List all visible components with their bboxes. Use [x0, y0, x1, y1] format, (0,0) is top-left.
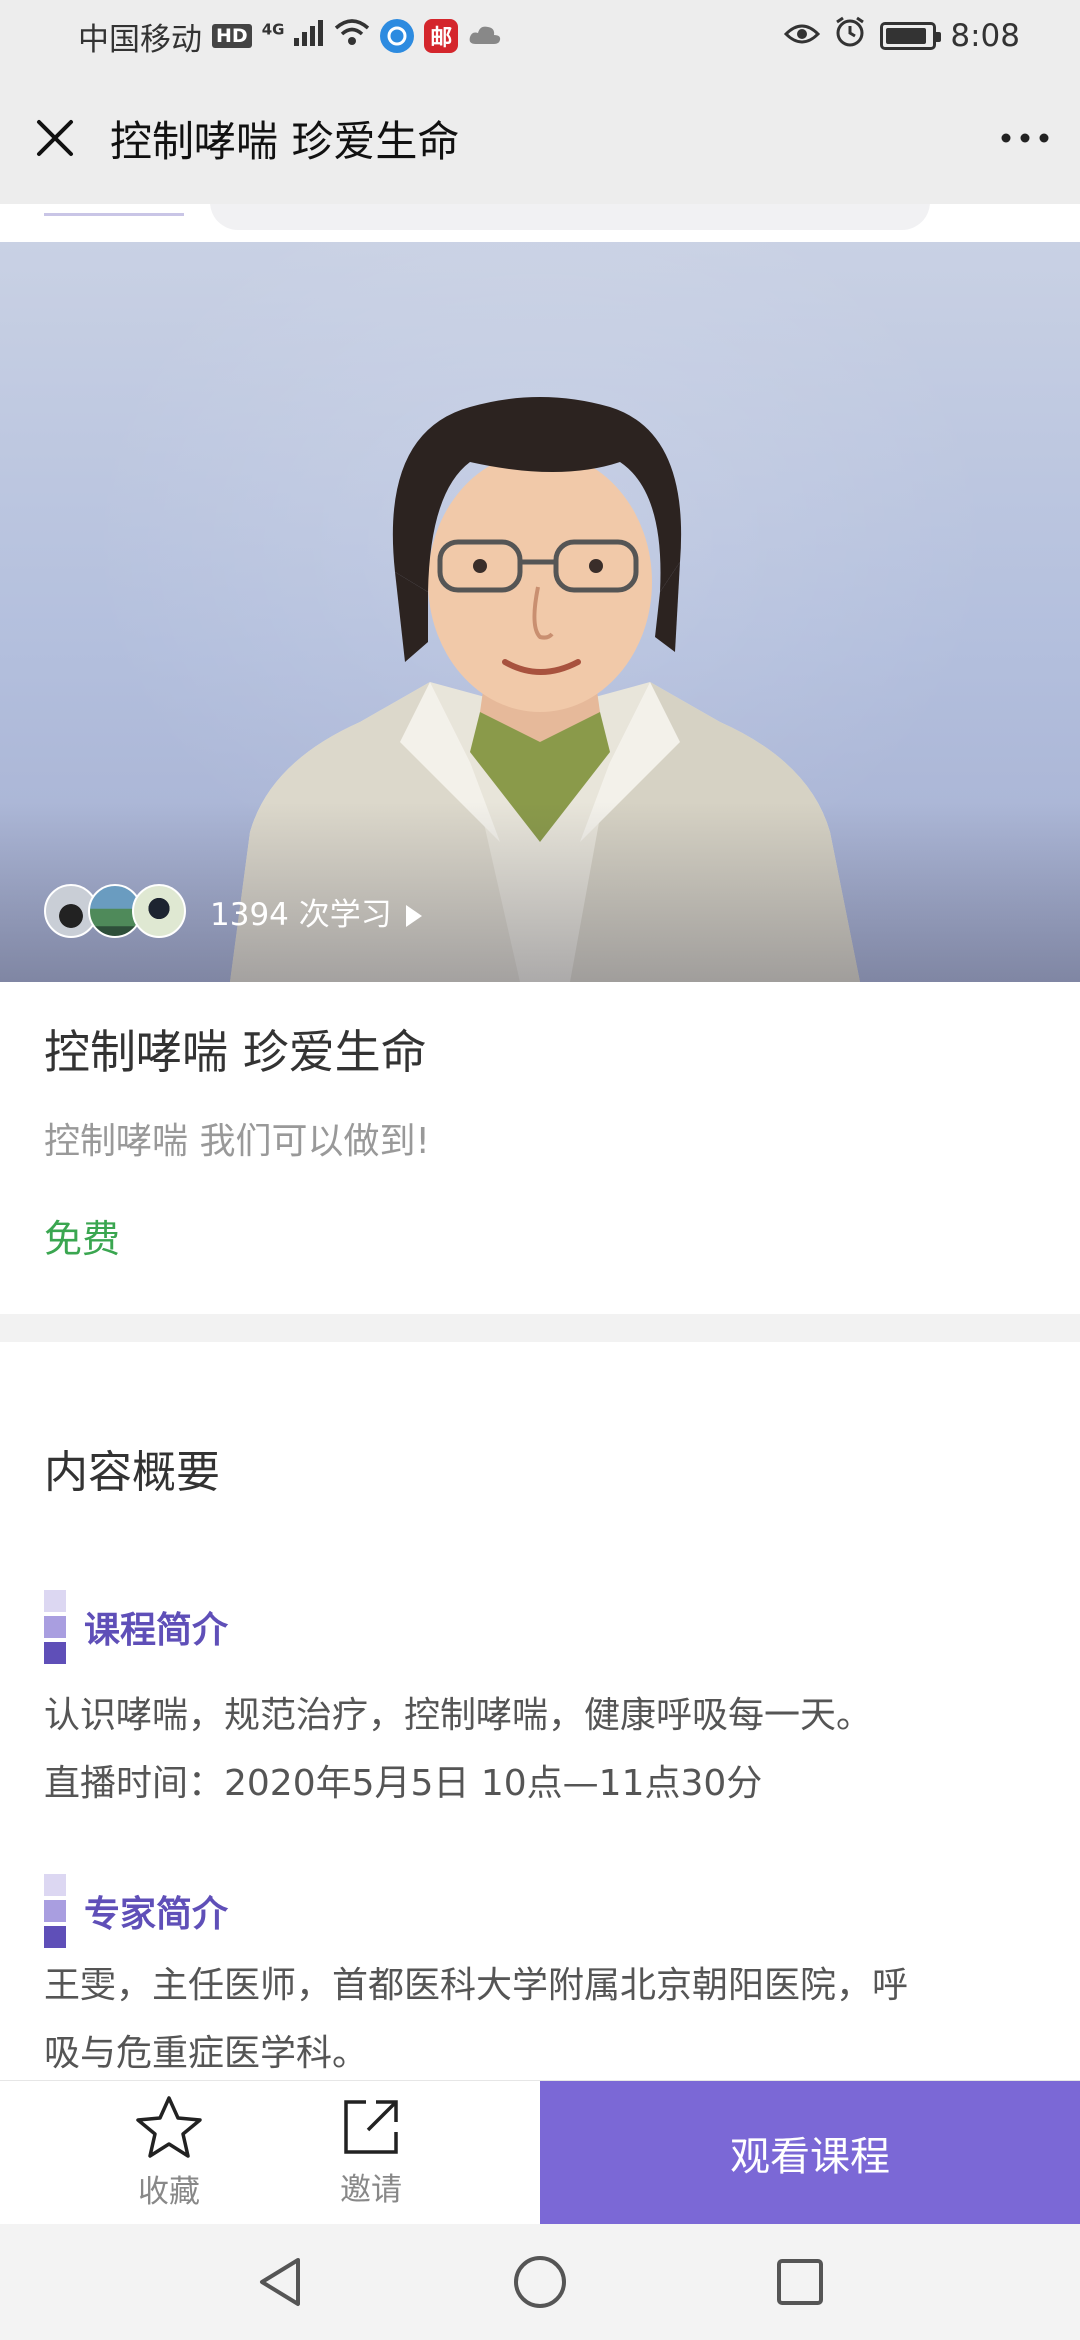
- home-button[interactable]: [490, 2232, 590, 2332]
- page-content[interactable]: 1394 次学习 控制哮喘 珍爱生命 控制哮喘 我们可以做到! 免费 内容概要 …: [0, 204, 1080, 2080]
- recents-square-icon: [777, 2259, 823, 2305]
- system-nav-bar: [0, 2224, 1080, 2340]
- instructor-photo: [230, 397, 860, 982]
- page-title: 控制哮喘 珍爱生命: [110, 116, 460, 166]
- back-triangle-icon: [260, 2258, 300, 2306]
- course-info: 控制哮喘 珍爱生命 控制哮喘 我们可以做到! 免费: [0, 982, 1080, 1314]
- more-button[interactable]: [970, 72, 1080, 204]
- star-icon: [136, 2096, 202, 2158]
- recents-button[interactable]: [750, 2232, 850, 2332]
- back-button[interactable]: [230, 2232, 330, 2332]
- expert-intro-section: 专家简介 王雯，主任医师，首都医科大学附属北京朝阳医院，呼 吸与危重症医学科。: [44, 1874, 1036, 2080]
- summary-heading: 内容概要: [44, 1447, 220, 1498]
- home-circle-icon: [514, 2256, 566, 2308]
- section-divider: [0, 1314, 1080, 1342]
- hd-badge: HD: [212, 24, 252, 48]
- eye-icon: [784, 18, 821, 54]
- carrier-name: 中国移动: [78, 21, 202, 58]
- course-price: 免费: [44, 1217, 121, 1261]
- network-type: 4G: [261, 20, 285, 39]
- close-icon: [37, 120, 73, 156]
- learner-count-row[interactable]: 1394 次学习: [44, 884, 422, 938]
- close-button[interactable]: [0, 72, 110, 204]
- course-intro-section: 课程简介 认识哮喘，规范治疗，控制哮喘，健康呼吸每一天。 直播时间：2020年5…: [44, 1590, 1036, 1818]
- signal-icon: 4G: [262, 18, 325, 54]
- section-text-line: 王雯，主任医师，首都医科大学附属北京朝阳医院，呼: [44, 1965, 909, 2006]
- watch-course-button[interactable]: 观看课程: [540, 2081, 1080, 2225]
- content-summary: 内容概要 课程简介 认识哮喘，规范治疗，控制哮喘，健康呼吸每一天。 直播时间：2…: [0, 1342, 1080, 2080]
- favorite-button[interactable]: 收藏: [68, 2081, 270, 2224]
- section-text-line: 认识哮喘，规范治疗，控制哮喘，健康呼吸每一天。: [44, 1695, 873, 1736]
- more-icon: [1001, 133, 1049, 143]
- wifi-icon: [334, 18, 370, 54]
- battery-icon: [880, 22, 942, 50]
- section-marker-icon: [44, 1874, 68, 1948]
- scrolled-away-header: [0, 204, 1080, 242]
- section-text-line: 吸与危重症医学科。: [44, 2033, 369, 2074]
- course-title: 控制哮喘 珍爱生命: [44, 1025, 427, 1079]
- status-bar: 中国移动 HD 4G 邮 8:08: [0, 0, 1080, 72]
- cloud-icon: [468, 18, 502, 54]
- mail-app-icon: 邮: [424, 19, 459, 53]
- section-marker-icon: [44, 1590, 68, 1664]
- avatar: [132, 884, 186, 938]
- play-arrow-icon: [405, 905, 422, 927]
- alarm-icon: [834, 16, 866, 56]
- section-title: 课程简介: [84, 1610, 229, 1651]
- title-bar: 控制哮喘 珍爱生命: [0, 72, 1080, 204]
- browser-app-icon: [380, 19, 415, 53]
- favorite-label: 收藏: [138, 2174, 200, 2210]
- invite-button[interactable]: 邀请: [270, 2081, 472, 2224]
- section-title: 专家简介: [84, 1894, 229, 1935]
- course-cover-image[interactable]: 1394 次学习: [0, 242, 1080, 982]
- invite-label: 邀请: [340, 2172, 402, 2208]
- section-text-line: 直播时间：2020年5月5日 10点—11点30分: [44, 1763, 763, 1804]
- clock-time: 8:08: [950, 18, 1020, 54]
- share-icon: [344, 2100, 398, 2154]
- learner-count: 1394 次学习: [210, 889, 422, 934]
- course-subtitle: 控制哮喘 我们可以做到!: [44, 1121, 430, 1162]
- bottom-action-bar: 收藏 邀请 观看课程: [0, 2080, 1080, 2225]
